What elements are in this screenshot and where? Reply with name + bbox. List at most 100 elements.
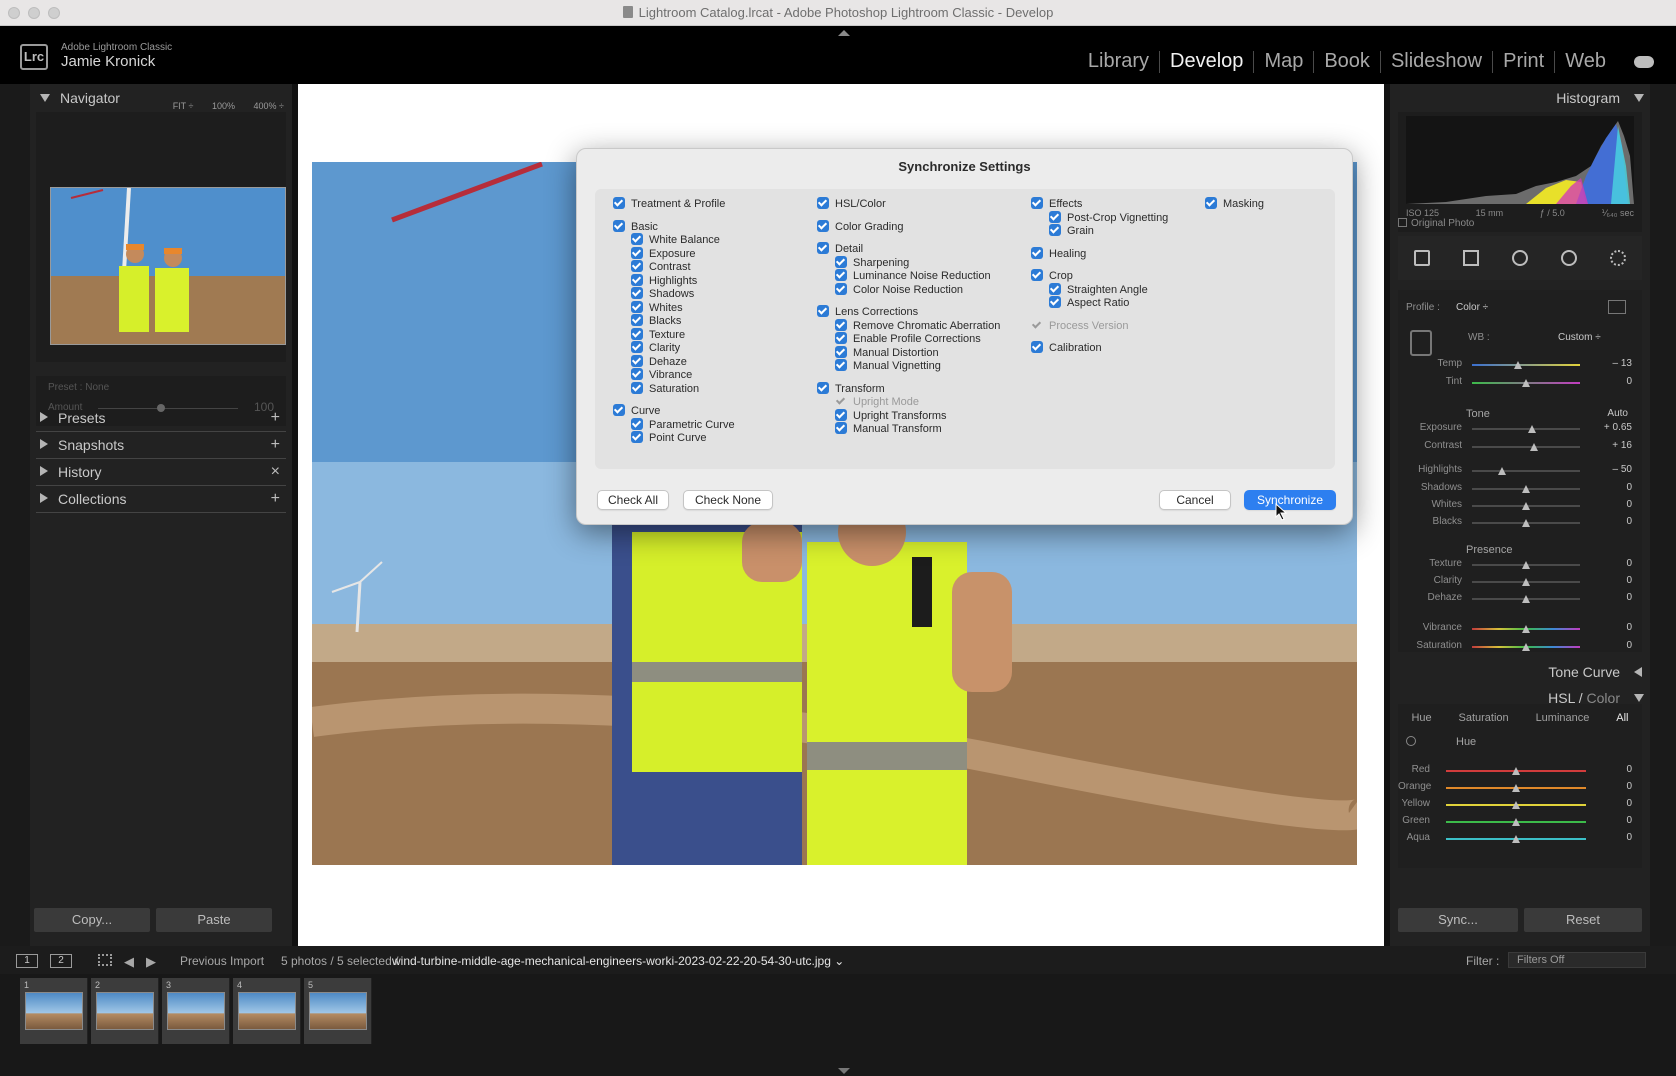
slider-value-saturation[interactable]: 0 [1626,640,1632,651]
red-eye-icon[interactable] [1560,250,1577,266]
checkbox-icon[interactable] [631,368,643,380]
masking-icon[interactable] [1609,250,1626,266]
navigator-header[interactable]: Navigator FIT ÷ 100% 400% ÷ [30,84,292,112]
module-print[interactable]: Print [1493,50,1554,73]
checkbox-icon[interactable] [631,327,643,340]
auto-tone-button[interactable]: Auto [1607,408,1628,419]
forward-arrow-icon[interactable]: ▶ [146,954,156,970]
option-remove-chromatic-aberration[interactable]: Remove Chromatic Aberration [835,318,1000,333]
checkbox-icon[interactable] [631,300,643,313]
checkbox-icon[interactable] [1049,210,1061,223]
add-icon[interactable]: + [271,404,280,432]
checkbox-icon[interactable] [835,269,847,281]
zoom-fit[interactable]: FIT ÷ [173,101,194,111]
copy-button[interactable]: Copy... [34,908,150,932]
cancel-button[interactable]: Cancel [1159,490,1231,510]
add-icon[interactable]: + [271,485,280,513]
checkbox-icon[interactable] [1031,197,1043,209]
slider-value-temp[interactable]: – 13 [1613,358,1632,369]
slider-track-highlights[interactable] [1472,470,1580,472]
frame-thumbnail[interactable] [238,992,296,1030]
option-upright-transforms[interactable]: Upright Transforms [835,408,947,423]
slider-knob-blacks[interactable] [1522,519,1530,527]
filmstrip-frame[interactable]: 4 [233,978,301,1044]
option-white-balance[interactable]: White Balance [631,233,720,247]
option-straighten-angle[interactable]: Straighten Angle [1049,282,1148,297]
option-post-crop-vignetting[interactable]: Post-Crop Vignetting [1049,210,1168,225]
edit-sliders-icon[interactable] [1414,250,1431,266]
option-grain[interactable]: Grain [1049,224,1094,238]
hue-knob-red[interactable] [1512,767,1520,775]
option-luminance-noise-reduction[interactable]: Luminance Noise Reduction [835,269,991,283]
slider-value-vibrance[interactable]: 0 [1626,622,1632,633]
checkbox-icon[interactable] [631,273,643,286]
left-panel-edge[interactable] [0,84,30,946]
hue-value-red[interactable]: 0 [1626,764,1632,775]
option-exposure[interactable]: Exposure [631,246,695,261]
slider-knob-texture[interactable] [1522,561,1530,569]
current-filename[interactable]: wind-turbine-middle-age-mechanical-engin… [392,954,844,968]
option-color-grading[interactable]: Color Grading [817,219,903,234]
slider-knob-contrast[interactable] [1529,443,1538,451]
filmstrip-frame[interactable]: 1 [20,978,88,1044]
checkbox-icon[interactable] [631,287,643,299]
panel-header-presets[interactable]: Presets + [30,404,292,432]
back-arrow-icon[interactable]: ◀ [124,954,134,970]
clear-icon[interactable]: × [271,458,280,486]
option-crop[interactable]: Crop [1031,269,1073,283]
tab-all[interactable]: All [1616,712,1628,724]
frame-thumbnail[interactable] [309,992,367,1030]
slider-track-contrast[interactable] [1472,446,1580,448]
slider-value-shadows[interactable]: 0 [1626,482,1632,493]
slider-value-texture[interactable]: 0 [1626,558,1632,569]
checkbox-icon[interactable] [613,219,625,232]
zoom-100[interactable]: 100% [212,101,235,111]
hue-knob-yellow[interactable] [1512,801,1520,809]
tone-curve-header[interactable]: Tone Curve [1390,658,1650,686]
checkbox-icon[interactable] [817,242,829,254]
option-blacks[interactable]: Blacks [631,314,681,328]
option-manual-transform[interactable]: Manual Transform [835,422,942,436]
checkbox-icon[interactable] [631,417,643,430]
checkbox-icon[interactable] [1031,269,1043,281]
grid-view-icon[interactable] [98,954,112,966]
option-healing[interactable]: Healing [1031,246,1086,261]
hue-value-aqua[interactable]: 0 [1626,832,1632,843]
slider-value-tint[interactable]: 0 [1626,376,1632,387]
add-icon[interactable]: + [271,431,280,459]
slider-value-whites[interactable]: 0 [1626,499,1632,510]
checkbox-icon[interactable] [817,381,829,394]
slider-track-temp[interactable] [1472,364,1580,366]
option-basic[interactable]: Basic [613,219,658,234]
checkbox-icon[interactable] [631,381,643,394]
option-highlights[interactable]: Highlights [631,273,697,288]
option-sharpening[interactable]: Sharpening [835,255,909,270]
checkbox-icon[interactable] [835,408,847,421]
module-slideshow[interactable]: Slideshow [1381,50,1492,73]
option-vibrance[interactable]: Vibrance [631,368,692,382]
wb-dropdown[interactable]: Custom ÷ [1558,332,1601,343]
synchronize-button[interactable]: Synchronize [1244,490,1336,510]
checkbox-icon[interactable] [1205,197,1217,209]
slider-knob-exposure[interactable] [1528,425,1537,433]
tab-saturation[interactable]: Saturation [1459,712,1509,724]
option-point-curve[interactable]: Point Curve [631,431,706,445]
filter-dropdown[interactable]: Filters Off [1508,952,1646,968]
slider-knob-dehaze[interactable] [1522,595,1530,603]
checkbox-icon[interactable] [817,305,829,317]
paste-button[interactable]: Paste [156,908,272,932]
histogram-header[interactable]: Histogram [1390,84,1650,112]
checkbox-icon[interactable] [835,255,847,268]
option-parametric-curve[interactable]: Parametric Curve [631,417,735,432]
right-panel-edge[interactable] [1650,84,1676,946]
option-dehaze[interactable]: Dehaze [631,354,687,369]
option-hsl-color[interactable]: HSL/Color [817,197,886,211]
sync-button[interactable]: Sync... [1398,908,1518,932]
check-all-button[interactable]: Check All [597,490,669,510]
option-enable-profile-corrections[interactable]: Enable Profile Corrections [835,332,981,346]
checkbox-icon[interactable] [835,422,847,434]
cloud-sync-icon[interactable] [1634,56,1654,68]
panel-header-history[interactable]: History × [30,458,292,486]
slider-knob-shadows[interactable] [1522,485,1530,493]
original-photo-toggle[interactable]: Original Photo [1398,218,1474,229]
